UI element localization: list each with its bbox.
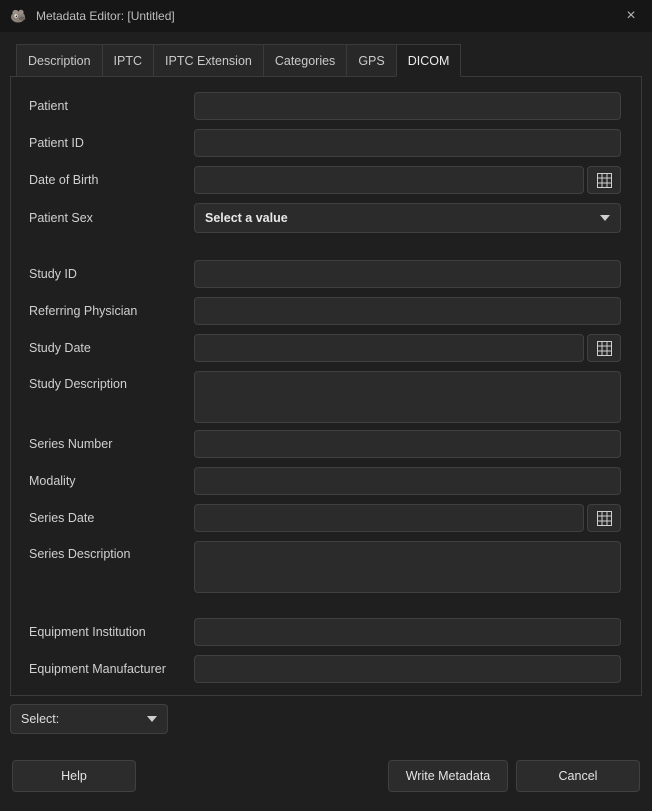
field-row-equipment-manufacturer: Equipment Manufacturer	[29, 655, 621, 683]
dicom-form: Patient Patient ID Date of Birth	[10, 76, 642, 696]
field-row-study-date: Study Date	[29, 334, 621, 362]
select-combobox[interactable]: Select:	[10, 704, 168, 734]
series-date-label: Series Date	[29, 511, 194, 525]
tab-categories[interactable]: Categories	[263, 44, 346, 77]
chevron-down-icon	[600, 215, 610, 221]
close-icon[interactable]: ×	[614, 0, 648, 32]
tab-dicom[interactable]: DICOM	[396, 44, 462, 77]
series-description-textarea[interactable]	[194, 541, 621, 593]
help-button[interactable]: Help	[12, 760, 136, 792]
select-combobox-value: Select:	[21, 712, 59, 726]
field-row-equipment-institution: Equipment Institution	[29, 618, 621, 646]
field-row-study-description: Study Description	[29, 371, 621, 423]
field-row-study-id: Study ID	[29, 260, 621, 288]
patient-sex-label: Patient Sex	[29, 211, 194, 225]
field-row-series-number: Series Number	[29, 430, 621, 458]
patient-label: Patient	[29, 99, 194, 113]
calendar-grid-icon	[597, 511, 612, 526]
equipment-manufacturer-input[interactable]	[194, 655, 621, 683]
series-date-calendar-button[interactable]	[587, 504, 621, 532]
equipment-institution-input[interactable]	[194, 618, 621, 646]
study-date-input[interactable]	[194, 334, 584, 362]
series-date-input[interactable]	[194, 504, 584, 532]
calendar-grid-icon	[597, 341, 612, 356]
equipment-institution-label: Equipment Institution	[29, 625, 194, 639]
tab-iptc-extension[interactable]: IPTC Extension	[153, 44, 263, 77]
tab-gps[interactable]: GPS	[346, 44, 395, 77]
patient-sex-combobox[interactable]: Select a value	[194, 203, 621, 233]
field-row-date-of-birth: Date of Birth	[29, 166, 621, 194]
patient-id-input[interactable]	[194, 129, 621, 157]
window-title: Metadata Editor: [Untitled]	[36, 9, 606, 23]
study-date-calendar-button[interactable]	[587, 334, 621, 362]
date-of-birth-calendar-button[interactable]	[587, 166, 621, 194]
date-of-birth-input[interactable]	[194, 166, 584, 194]
modality-input[interactable]	[194, 467, 621, 495]
patient-sex-value: Select a value	[205, 211, 288, 225]
date-of-birth-label: Date of Birth	[29, 173, 194, 187]
title-bar: Metadata Editor: [Untitled] ×	[0, 0, 652, 32]
modality-label: Modality	[29, 474, 194, 488]
study-description-textarea[interactable]	[194, 371, 621, 423]
study-id-label: Study ID	[29, 267, 194, 281]
field-row-series-description: Series Description	[29, 541, 621, 593]
study-description-label: Study Description	[29, 371, 194, 391]
referring-physician-input[interactable]	[194, 297, 621, 325]
series-description-label: Series Description	[29, 541, 194, 561]
app-icon	[10, 8, 28, 24]
group-divider	[29, 600, 621, 618]
patient-id-label: Patient ID	[29, 136, 194, 150]
calendar-grid-icon	[597, 173, 612, 188]
cancel-button[interactable]: Cancel	[516, 760, 640, 792]
field-row-referring-physician: Referring Physician	[29, 297, 621, 325]
write-metadata-button[interactable]: Write Metadata	[388, 760, 508, 792]
series-number-label: Series Number	[29, 437, 194, 451]
patient-input[interactable]	[194, 92, 621, 120]
field-row-modality: Modality	[29, 467, 621, 495]
study-id-input[interactable]	[194, 260, 621, 288]
study-date-label: Study Date	[29, 341, 194, 355]
tab-bar: Description IPTC IPTC Extension Categori…	[16, 44, 461, 77]
chevron-down-icon	[147, 716, 157, 722]
referring-physician-label: Referring Physician	[29, 304, 194, 318]
group-divider	[29, 242, 621, 260]
tab-iptc[interactable]: IPTC	[102, 44, 153, 77]
dialog-button-row: Help Write Metadata Cancel	[0, 760, 652, 792]
field-row-series-date: Series Date	[29, 504, 621, 532]
metadata-notebook: Description IPTC IPTC Extension Categori…	[10, 44, 642, 696]
field-row-patient-sex: Patient Sex Select a value	[29, 203, 621, 233]
equipment-manufacturer-label: Equipment Manufacturer	[29, 662, 194, 676]
tab-description[interactable]: Description	[16, 44, 102, 77]
field-row-patient-id: Patient ID	[29, 129, 621, 157]
series-number-input[interactable]	[194, 430, 621, 458]
field-row-patient: Patient	[29, 92, 621, 120]
